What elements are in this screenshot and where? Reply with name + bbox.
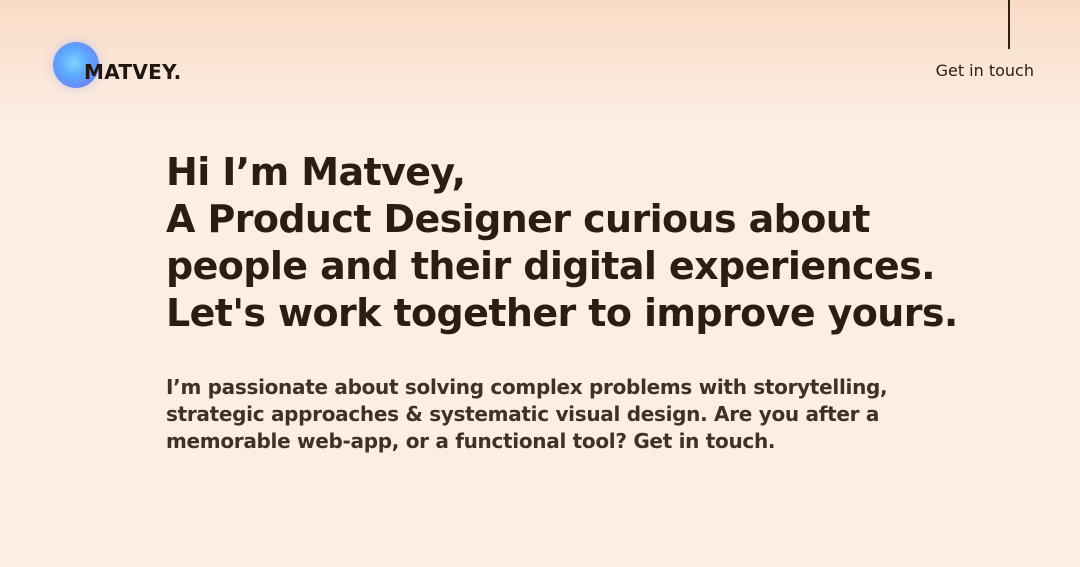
- hero-heading-line: Let's work together to improve yours.: [166, 291, 958, 335]
- logo-link[interactable]: MATVEY.: [53, 42, 181, 88]
- hero-description-line: strategic approaches & systematic visual…: [166, 402, 880, 426]
- hero-description-line: memorable web-app, or a functional tool?…: [166, 429, 776, 453]
- logo-text: MATVEY.: [84, 60, 182, 84]
- vertical-divider: [1008, 0, 1010, 49]
- hero-section: Hi I’m Matvey, A Product Designer curiou…: [166, 149, 1046, 455]
- hero-heading-line: people and their digital experiences.: [166, 244, 936, 288]
- site-header: MATVEY. Get in touch: [0, 0, 1080, 120]
- hero-heading-line: Hi I’m Matvey,: [166, 150, 466, 194]
- hero-heading: Hi I’m Matvey, A Product Designer curiou…: [166, 149, 1046, 337]
- hero-heading-line: A Product Designer curious about: [166, 197, 870, 241]
- get-in-touch-link[interactable]: Get in touch: [936, 61, 1034, 80]
- hero-description: I’m passionate about solving complex pro…: [166, 374, 1046, 455]
- hero-description-line: I’m passionate about solving complex pro…: [166, 375, 888, 399]
